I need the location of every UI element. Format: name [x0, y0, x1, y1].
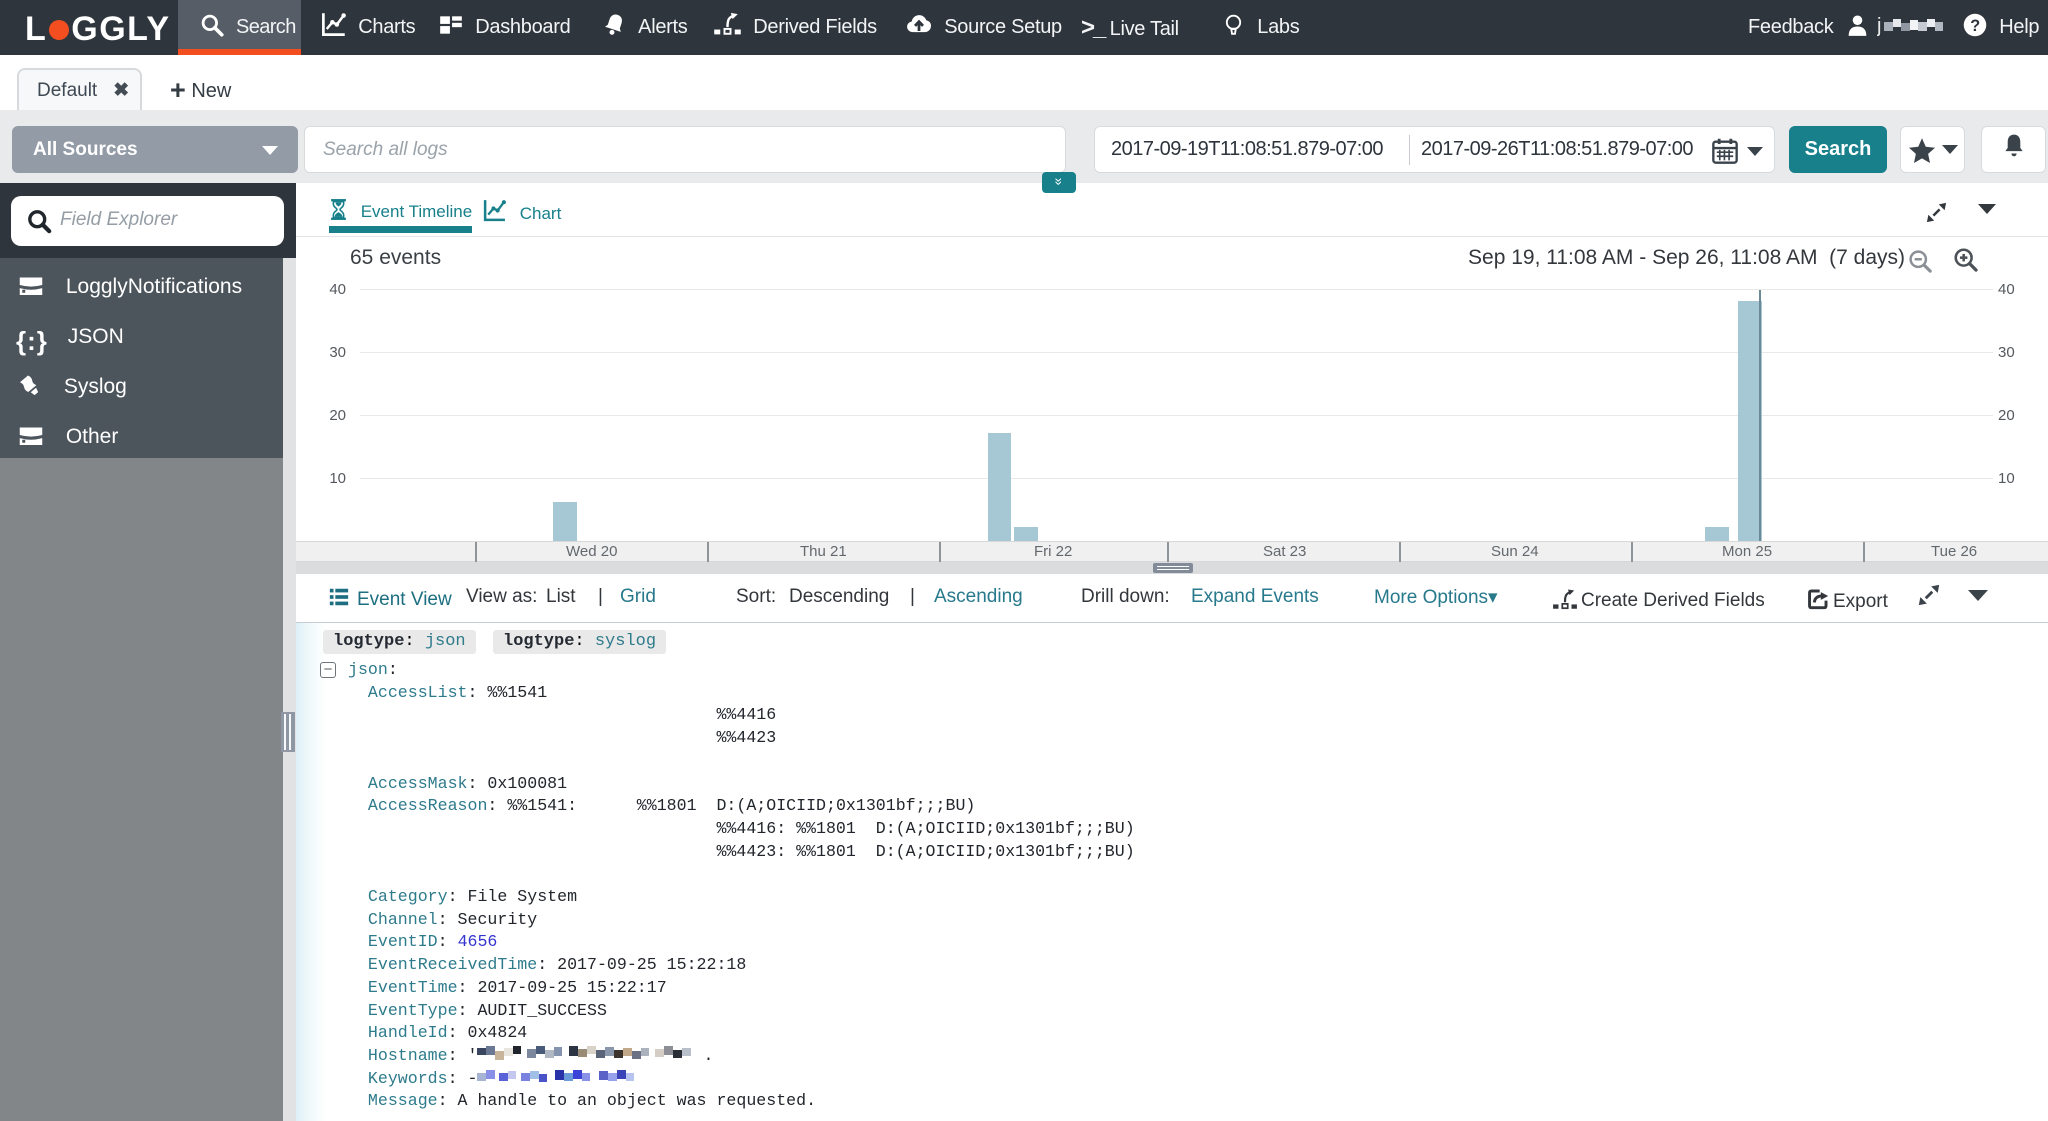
svg-text:?: ? — [1970, 17, 1980, 35]
svg-text:j: j — [1877, 15, 1881, 37]
